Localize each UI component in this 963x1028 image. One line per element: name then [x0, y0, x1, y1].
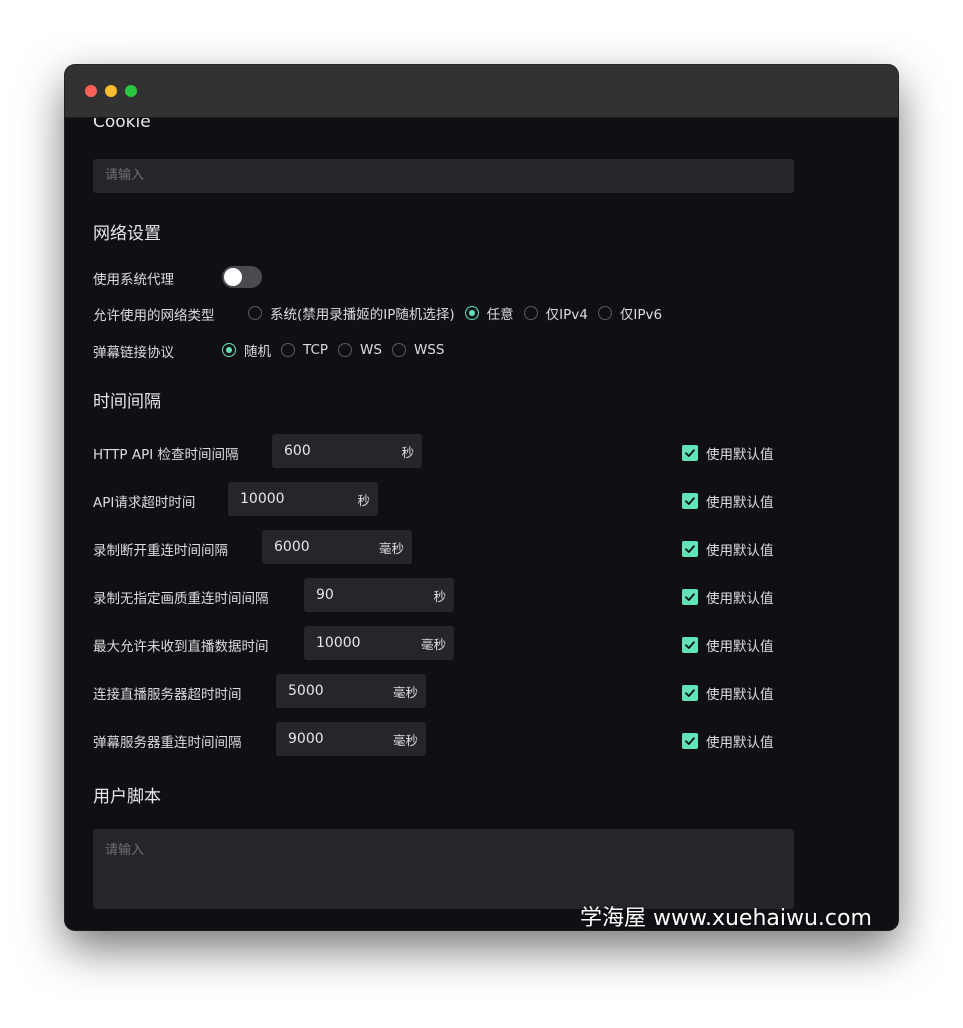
cookie-input[interactable]: 请输入	[93, 159, 794, 193]
network-type-option[interactable]: 仅IPv4	[523, 303, 588, 323]
protocol-option-label: WSS	[413, 342, 445, 358]
interval-label: 弹幕服务器重连时间间隔	[93, 735, 242, 751]
interval-value: 90	[316, 587, 334, 603]
use-default-checkbox[interactable]: 使用默认值	[682, 491, 774, 511]
checkmark-icon	[682, 445, 698, 461]
time-interval-heading: 时间间隔	[93, 392, 161, 412]
use-default-checkbox[interactable]: 使用默认值	[682, 731, 774, 751]
use-default-checkbox[interactable]: 使用默认值	[682, 635, 774, 655]
interval-value: 9000	[288, 731, 324, 747]
interval-number-input[interactable]: 10000 毫秒	[304, 626, 454, 660]
interval-unit: 毫秒	[392, 684, 418, 700]
danmaku-protocol-radio-group: 随机 TCP WS WSS	[222, 340, 454, 360]
zoom-window-button[interactable]	[125, 85, 137, 97]
interval-number-input[interactable]: 90 秒	[304, 578, 454, 612]
protocol-option[interactable]: WSS	[391, 342, 445, 358]
radio-circle	[281, 343, 295, 357]
protocol-option-label: 随机	[244, 344, 271, 360]
interval-unit: 毫秒	[420, 636, 446, 652]
interval-label: API请求超时时间	[93, 495, 196, 511]
checkmark-icon	[682, 637, 698, 653]
use-default-label: 使用默认值	[706, 687, 774, 703]
protocol-option[interactable]: WS	[338, 342, 382, 358]
minimize-window-button[interactable]	[105, 85, 117, 97]
use-default-label: 使用默认值	[706, 735, 774, 751]
use-default-label: 使用默认值	[706, 447, 774, 463]
protocol-option-label: TCP	[303, 342, 329, 358]
radio-circle	[222, 343, 236, 357]
danmaku-protocol-label: 弹幕链接协议	[93, 345, 174, 361]
radio-circle	[391, 343, 406, 357]
system-proxy-toggle[interactable]	[222, 266, 262, 288]
interval-number-input[interactable]: 9000 毫秒	[276, 722, 426, 756]
protocol-option[interactable]: TCP	[281, 342, 328, 358]
user-script-heading: 用户脚本	[93, 787, 161, 807]
radio-circle	[523, 306, 538, 320]
checkmark-icon	[682, 685, 698, 701]
checkmark-icon	[682, 541, 698, 557]
network-type-option[interactable]: 任意	[464, 303, 514, 323]
user-script-placeholder: 请输入	[105, 843, 145, 858]
interval-number-input[interactable]: 10000 秒	[228, 482, 378, 516]
title-bar	[65, 65, 898, 118]
network-type-radio-group: 系统(禁用录播姬的IP随机选择) 任意 仅IPv4 仅IPv6	[248, 303, 672, 323]
network-type-option-label: 系统(禁用录播姬的IP随机选择)	[270, 307, 455, 323]
interval-value: 600	[284, 443, 311, 459]
radio-circle	[464, 306, 479, 320]
system-proxy-label: 使用系统代理	[93, 272, 174, 288]
protocol-option-label: WS	[360, 342, 382, 358]
use-default-label: 使用默认值	[706, 591, 774, 607]
use-default-label: 使用默认值	[706, 543, 774, 559]
interval-value: 6000	[274, 539, 310, 555]
close-window-button[interactable]	[85, 85, 97, 97]
watermark-text: 学海屋 www.xuehaiwu.com	[580, 906, 872, 931]
network-type-option[interactable]: 系统(禁用录播姬的IP随机选择)	[248, 303, 455, 323]
cookie-input-placeholder: 请输入	[105, 168, 145, 183]
interval-label: HTTP API 检查时间间隔	[93, 447, 239, 463]
network-type-option-label: 仅IPv6	[619, 307, 663, 323]
interval-unit: 秒	[433, 588, 446, 604]
interval-value: 5000	[288, 683, 324, 699]
interval-unit: 毫秒	[392, 732, 418, 748]
interval-label: 录制断开重连时间间隔	[93, 543, 228, 559]
interval-value: 10000	[316, 635, 361, 651]
protocol-option[interactable]: 随机	[222, 340, 271, 360]
radio-circle	[338, 343, 353, 357]
interval-value: 10000	[240, 491, 285, 507]
network-type-label: 允许使用的网络类型	[93, 308, 215, 324]
checkmark-icon	[682, 733, 698, 749]
network-type-option-label: 仅IPv4	[545, 307, 588, 323]
toggle-knob	[224, 268, 242, 286]
interval-number-input[interactable]: 6000 毫秒	[262, 530, 412, 564]
network-type-option-label: 任意	[486, 307, 514, 323]
network-type-option[interactable]: 仅IPv6	[597, 303, 663, 323]
use-default-checkbox[interactable]: 使用默认值	[682, 587, 774, 607]
radio-circle	[248, 306, 262, 320]
use-default-checkbox[interactable]: 使用默认值	[682, 683, 774, 703]
use-default-label: 使用默认值	[706, 495, 774, 511]
interval-unit: 秒	[357, 492, 370, 508]
app-window: Cookie 请输入 网络设置 使用系统代理 允许使用的网络类型 系统(禁用录播…	[65, 65, 898, 930]
checkmark-icon	[682, 589, 698, 605]
use-default-label: 使用默认值	[706, 639, 774, 655]
cookie-heading: Cookie	[93, 118, 151, 132]
interval-label: 连接直播服务器超时时间	[93, 687, 242, 703]
interval-number-input[interactable]: 600 秒	[272, 434, 422, 468]
radio-circle	[597, 306, 612, 320]
checkmark-icon	[682, 493, 698, 509]
interval-number-input[interactable]: 5000 毫秒	[276, 674, 426, 708]
settings-content: Cookie 请输入 网络设置 使用系统代理 允许使用的网络类型 系统(禁用录播…	[65, 118, 898, 930]
interval-unit: 毫秒	[378, 540, 404, 556]
interval-label: 录制无指定画质重连时间间隔	[93, 591, 269, 607]
user-script-textarea[interactable]: 请输入	[93, 829, 794, 909]
use-default-checkbox[interactable]: 使用默认值	[682, 443, 774, 463]
network-settings-heading: 网络设置	[93, 224, 161, 244]
interval-unit: 秒	[401, 444, 414, 460]
interval-label: 最大允许未收到直播数据时间	[93, 639, 269, 655]
use-default-checkbox[interactable]: 使用默认值	[682, 539, 774, 559]
